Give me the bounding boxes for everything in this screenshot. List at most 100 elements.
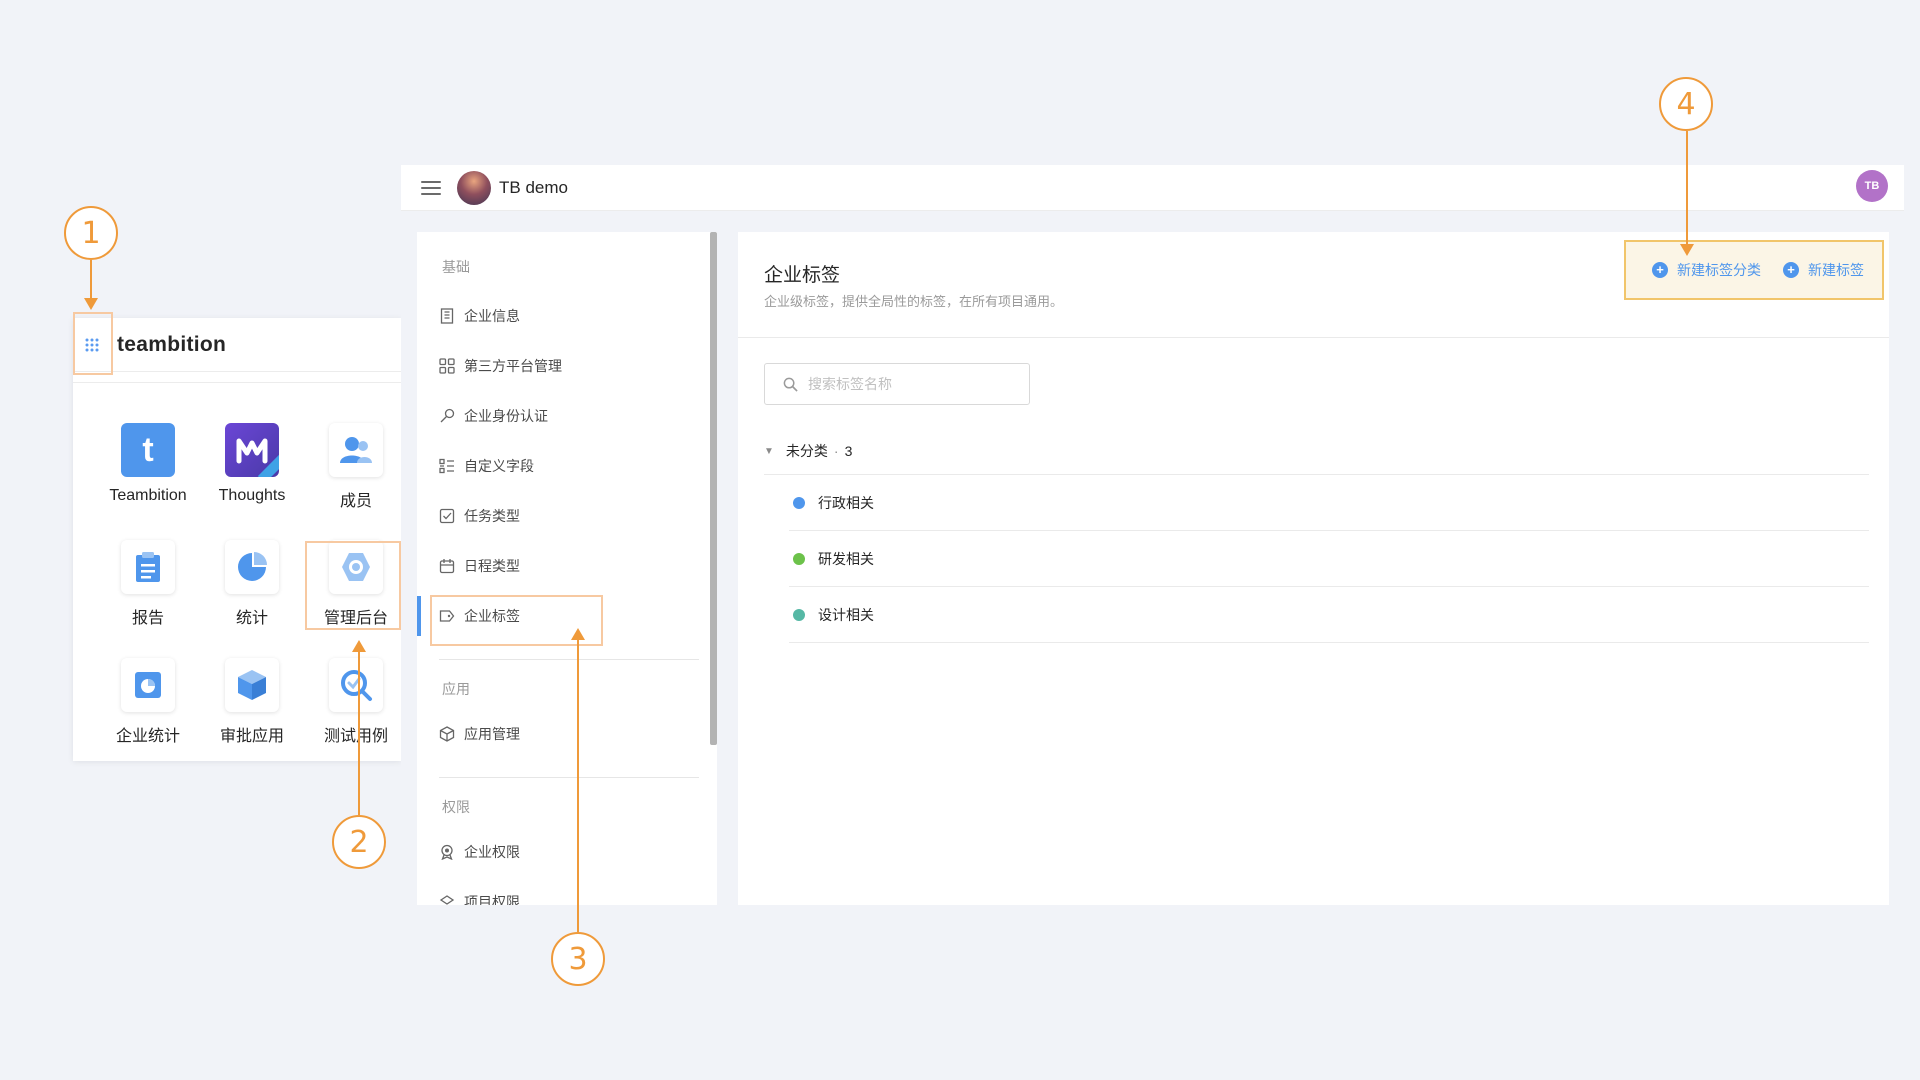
sidebar-item-label: 任务类型	[464, 508, 520, 524]
tag-group-name: 未分类	[785, 443, 828, 459]
sidebar-item-label: 自定义字段	[464, 458, 534, 474]
sidebar-item-enterprise-permissions[interactable]: 企业权限	[417, 832, 707, 872]
tag-group-count: 3	[844, 443, 853, 459]
app-label: 成员	[339, 493, 372, 510]
sidebar-item-custom-fields[interactable]: 自定义字段	[417, 446, 707, 486]
sidebar-item-project-permissions[interactable]: 项目权限	[417, 882, 707, 905]
app-label: 审批应用	[219, 728, 284, 745]
app-label: 报告	[131, 610, 164, 627]
highlight-box	[305, 541, 401, 630]
sidebar-item-label: 企业权限	[464, 844, 520, 860]
app-label: 测试用例	[323, 728, 388, 745]
badge-icon	[439, 844, 455, 860]
arrow-line	[358, 650, 360, 815]
fields-icon	[439, 458, 455, 474]
thoughts-icon	[225, 423, 279, 477]
sidebar-item-label: 应用管理	[464, 726, 520, 742]
report-icon	[121, 540, 175, 594]
callout-4: 4	[1659, 77, 1713, 131]
tag-row[interactable]: 设计相关	[789, 587, 1869, 643]
tag-color-dot	[793, 608, 805, 621]
content-header: 企业标签 企业级标签，提供全局性的标签，在所有项目通用。 + 新建标签分类 + …	[738, 232, 1889, 338]
sidebar-item-label: 企业身份认证	[464, 408, 548, 424]
sidebar-group-title: 权限	[442, 799, 470, 815]
caret-down-icon[interactable]: ▼	[764, 446, 774, 457]
top-bar: TB demo TB	[401, 165, 1904, 211]
highlight-box	[73, 312, 113, 375]
user-avatar[interactable]: TB	[1856, 170, 1888, 202]
arrow-head	[84, 298, 98, 310]
tag-group-separator: ·	[833, 443, 839, 459]
new-tag-category-button[interactable]: + 新建标签分类	[1652, 260, 1761, 280]
enterprise-stats-icon	[121, 658, 175, 712]
sidebar-group-title: 基础	[442, 259, 470, 275]
tag-row[interactable]: 行政相关	[789, 475, 1869, 531]
new-tag-button[interactable]: + 新建标签	[1783, 260, 1864, 280]
app-tile-members[interactable]: 成员	[304, 423, 401, 531]
sidebar-item-third-party[interactable]: 第三方平台管理	[417, 346, 707, 386]
building-icon	[439, 308, 455, 324]
plus-circle-icon: +	[1652, 262, 1668, 278]
sidebar-item-schedule-types[interactable]: 日程类型	[417, 546, 707, 586]
pie-chart-icon	[225, 540, 279, 594]
button-label: 新建标签	[1808, 262, 1864, 278]
tag-name: 研发相关	[818, 550, 874, 567]
tag-group-header[interactable]: ▼ 未分类 · 3	[764, 441, 852, 461]
menu-toggle-icon[interactable]	[421, 180, 441, 195]
tag-row[interactable]: 研发相关	[789, 531, 1869, 587]
org-name[interactable]: TB demo	[499, 178, 568, 198]
launcher-header: teambition	[73, 318, 401, 372]
sidebar-group-title: 应用	[442, 681, 470, 697]
sidebar-item-enterprise-info[interactable]: 企业信息	[417, 296, 707, 336]
calendar-icon	[439, 558, 455, 574]
arrow-head	[352, 640, 366, 652]
app-tile-test-case[interactable]: 测试用例	[304, 658, 401, 761]
app-tile-enterprise-stats[interactable]: 企业统计	[96, 658, 200, 761]
search-icon	[783, 377, 798, 392]
members-icon	[329, 423, 383, 477]
teambition-icon: t	[121, 423, 175, 477]
arrow-head	[571, 628, 585, 640]
sidebar-divider	[439, 777, 699, 778]
sidebar-item-label: 项目权限	[464, 894, 520, 905]
sidebar-item-identity-auth[interactable]: 企业身份认证	[417, 396, 707, 436]
app-tile-stats[interactable]: 统计	[200, 540, 304, 648]
arrow-line	[577, 640, 579, 932]
app-tile-thoughts[interactable]: Thoughts	[200, 423, 304, 531]
org-avatar[interactable]	[457, 170, 491, 205]
sidebar-item-task-types[interactable]: 任务类型	[417, 496, 707, 536]
button-label: 新建标签分类	[1677, 262, 1761, 278]
tag-name: 设计相关	[818, 606, 874, 623]
test-case-icon	[329, 658, 383, 712]
checkbox-icon	[439, 508, 455, 524]
page-title: 企业标签	[764, 265, 841, 286]
sidebar-item-label: 企业信息	[464, 308, 520, 324]
plus-circle-icon: +	[1783, 262, 1799, 278]
callout-3: 3	[551, 932, 605, 986]
apps-grid-icon	[439, 358, 455, 374]
sidebar-item-app-management[interactable]: 应用管理	[417, 714, 707, 754]
app-label: Teambition	[109, 487, 187, 504]
shield-icon	[439, 894, 455, 905]
sidebar-divider	[439, 659, 699, 660]
app-tile-teambition[interactable]: t Teambition	[96, 423, 200, 531]
tag-color-dot	[793, 552, 805, 565]
approval-cube-icon	[225, 658, 279, 712]
launcher-brand-name: teambition	[117, 332, 227, 356]
arrow-line	[1686, 131, 1688, 244]
app-tile-approval[interactable]: 审批应用	[200, 658, 304, 761]
tag-name: 行政相关	[818, 494, 874, 511]
app-tile-report[interactable]: 报告	[96, 540, 200, 648]
tags-content-panel: 企业标签 企业级标签，提供全局性的标签，在所有项目通用。 + 新建标签分类 + …	[738, 232, 1889, 905]
header-actions: + 新建标签分类 + 新建标签	[1624, 240, 1884, 300]
box-icon	[439, 726, 455, 742]
sidebar-item-label: 第三方平台管理	[464, 358, 562, 374]
tag-color-dot	[793, 496, 805, 509]
app-label: 企业统计	[115, 728, 180, 745]
tag-search-box[interactable]	[764, 363, 1030, 405]
arrow-line	[90, 260, 92, 298]
tag-search-input[interactable]	[808, 376, 1008, 392]
app-launcher-panel: teambition t Teambition Thoughts 成员 报告 统…	[73, 318, 401, 761]
page-description: 企业级标签，提供全局性的标签，在所有项目通用。	[764, 294, 1064, 309]
sidebar-scrollbar[interactable]	[710, 232, 717, 745]
